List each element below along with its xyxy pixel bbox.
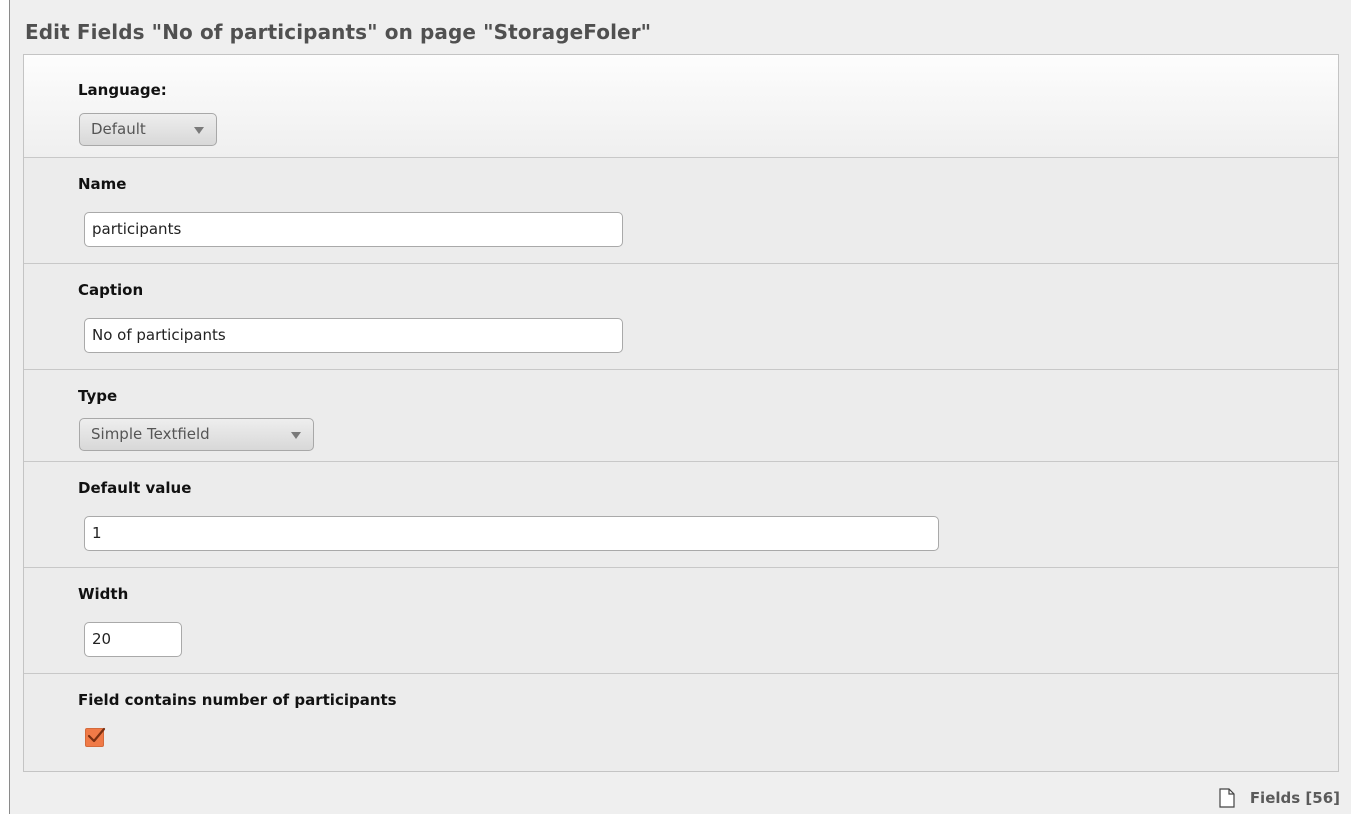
participants-flag-section: Field contains number of participants	[24, 674, 1338, 771]
caption-label: Caption	[78, 281, 144, 299]
chevron-down-icon	[194, 127, 204, 134]
caption-section: Caption No of participants	[24, 264, 1338, 370]
type-select[interactable]: Simple Textfield	[79, 418, 314, 451]
participants-checkbox[interactable]	[85, 727, 106, 747]
language-section: Language: Default	[24, 55, 1338, 158]
language-label: Language:	[78, 81, 167, 99]
document-icon	[1219, 788, 1235, 808]
edit-fields-window: Edit Fields "No of participants" on page…	[9, 0, 1351, 814]
participants-flag-label: Field contains number of participants	[78, 691, 397, 709]
width-section: Width 20	[24, 568, 1338, 674]
type-label: Type	[78, 387, 118, 405]
language-select[interactable]: Default	[79, 113, 217, 146]
default-value-label: Default value	[78, 479, 192, 497]
caption-input[interactable]: No of participants	[84, 318, 623, 353]
name-label: Name	[78, 175, 127, 193]
type-select-value: Simple Textfield	[91, 425, 210, 443]
default-value-input[interactable]: 1	[84, 516, 939, 551]
language-select-value: Default	[91, 120, 146, 138]
fields-link-label: Fields [56]	[1249, 789, 1340, 807]
type-section: Type Simple Textfield	[24, 370, 1338, 462]
checkmark-icon	[87, 727, 106, 743]
page-title: Edit Fields "No of participants" on page…	[25, 20, 652, 44]
name-input[interactable]: participants	[84, 212, 623, 247]
edit-form-panel: Language: Default Name participants Capt…	[23, 54, 1339, 772]
name-section: Name participants	[24, 158, 1338, 264]
fields-link[interactable]: Fields [56]	[1219, 788, 1340, 808]
chevron-down-icon	[291, 432, 301, 439]
width-label: Width	[78, 585, 129, 603]
default-value-section: Default value 1	[24, 462, 1338, 568]
width-input[interactable]: 20	[84, 622, 182, 657]
